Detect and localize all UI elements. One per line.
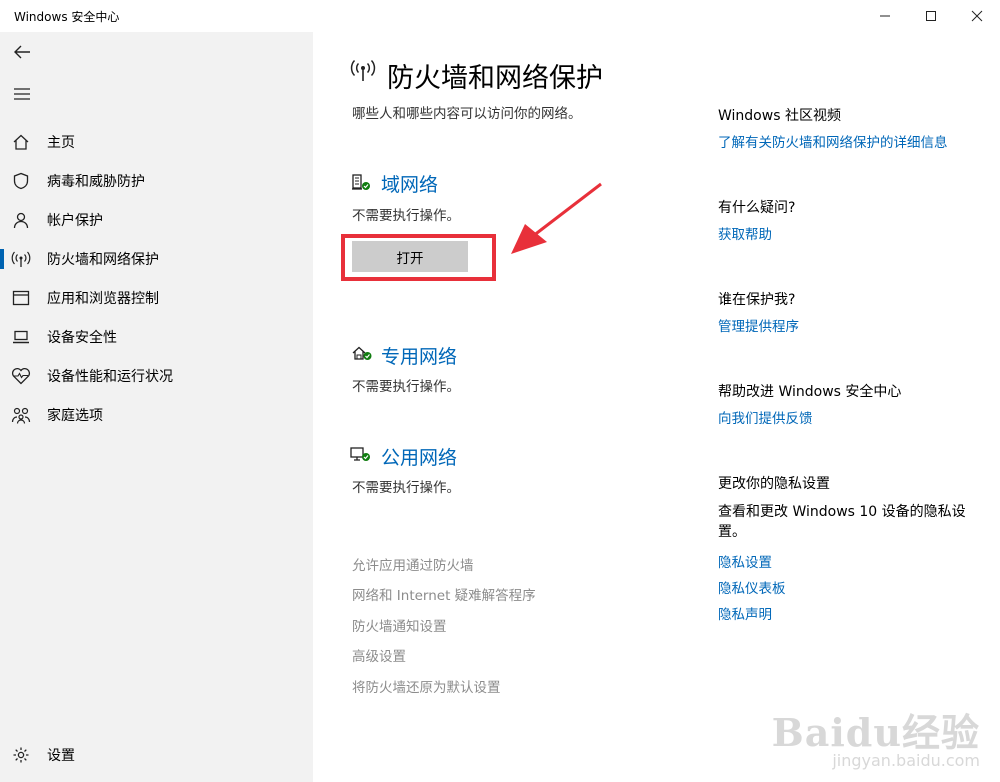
baidu-watermark: Baidu经验 jingyan.baidu.com xyxy=(772,702,980,770)
sidebar-item-home[interactable]: 主页 xyxy=(0,123,313,161)
laptop-icon xyxy=(11,327,31,347)
sidebar-item-family[interactable]: 家庭选项 xyxy=(0,396,313,434)
sidebar-item-label: 设备性能和运行状况 xyxy=(47,369,173,385)
allow-app-firewall-link[interactable]: 允许应用通过防火墙 xyxy=(352,554,474,574)
sidebar-item-label: 防火墙和网络保护 xyxy=(47,252,159,268)
sidebar-item-device-performance[interactable]: 设备性能和运行状况 xyxy=(0,357,313,395)
window-title: Windows 安全中心 xyxy=(14,10,120,24)
sidebar: 主页 病毒和威胁防护 帐户保护 防火墙和网络保护 应用和浏览器控制 设备安全性 xyxy=(0,32,313,782)
browser-window-icon xyxy=(11,288,31,308)
back-arrow-icon xyxy=(14,45,30,59)
get-help-link[interactable]: 获取帮助 xyxy=(718,223,772,243)
back-button[interactable] xyxy=(0,32,44,72)
private-network-status: 不需要执行操作。 xyxy=(352,379,460,395)
page-title: 防火墙和网络保护 xyxy=(387,63,603,94)
sidebar-item-virus-protection[interactable]: 病毒和威胁防护 xyxy=(0,162,313,200)
learn-more-firewall-link[interactable]: 了解有关防火墙和网络保护的详细信息 xyxy=(718,131,948,151)
sidebar-item-label: 主页 xyxy=(47,135,75,151)
manage-providers-link[interactable]: 管理提供程序 xyxy=(718,315,799,335)
sidebar-item-label: 病毒和威胁防护 xyxy=(47,174,145,190)
annotation-highlight-box xyxy=(341,234,496,281)
close-button[interactable] xyxy=(954,0,1000,32)
advanced-settings-link[interactable]: 高级设置 xyxy=(352,645,406,665)
title-bar: Windows 安全中心 xyxy=(0,0,1000,32)
questions-heading: 有什么疑问? xyxy=(718,200,796,216)
maximize-button[interactable] xyxy=(908,0,954,32)
sidebar-item-label: 应用和浏览器控制 xyxy=(47,291,159,307)
restore-firewall-defaults-link[interactable]: 将防火墙还原为默认设置 xyxy=(352,676,501,696)
close-icon xyxy=(971,10,983,22)
minimize-icon xyxy=(880,15,890,17)
private-network-link[interactable]: 专用网络 xyxy=(381,342,457,369)
sidebar-item-label: 帐户保护 xyxy=(47,213,103,229)
sidebar-item-firewall[interactable]: 防火墙和网络保护 xyxy=(0,240,313,278)
gear-icon xyxy=(11,745,31,765)
domain-network-status: 不需要执行操作。 xyxy=(352,208,460,224)
wifi-signal-icon xyxy=(11,249,31,269)
watermark-brand: Baidu经验 xyxy=(771,710,980,755)
maximize-icon xyxy=(926,11,936,21)
privacy-dashboard-link[interactable]: 隐私仪表板 xyxy=(718,577,786,597)
hamburger-icon xyxy=(14,88,30,100)
menu-button[interactable] xyxy=(0,74,44,114)
community-videos-heading: Windows 社区视频 xyxy=(718,108,841,124)
sidebar-item-label: 设置 xyxy=(47,748,75,764)
firewall-notification-settings-link[interactable]: 防火墙通知设置 xyxy=(352,615,447,635)
firewall-header-icon xyxy=(350,58,376,88)
sidebar-item-settings[interactable]: 设置 xyxy=(0,736,313,774)
person-icon xyxy=(11,210,31,230)
domain-network-icon xyxy=(351,173,371,195)
sidebar-item-device-security[interactable]: 设备安全性 xyxy=(0,318,313,356)
sidebar-item-account-protection[interactable]: 帐户保护 xyxy=(0,201,313,239)
privacy-settings-link[interactable]: 隐私设置 xyxy=(718,551,772,571)
domain-network-link[interactable]: 域网络 xyxy=(381,170,438,197)
sidebar-item-label: 家庭选项 xyxy=(47,408,103,424)
give-feedback-link[interactable]: 向我们提供反馈 xyxy=(718,407,813,427)
public-network-status: 不需要执行操作。 xyxy=(352,480,460,496)
improve-heading: 帮助改进 Windows 安全中心 xyxy=(718,384,902,400)
privacy-description: 查看和更改 Windows 10 设备的隐私设置。 xyxy=(718,504,966,540)
main-content: 防火墙和网络保护 哪些人和哪些内容可以访问你的网络。 域网络 不需要执行操作。 … xyxy=(313,32,1000,782)
public-network-link[interactable]: 公用网络 xyxy=(381,443,457,470)
sidebar-item-label: 设备安全性 xyxy=(47,330,117,346)
network-troubleshooter-link[interactable]: 网络和 Internet 疑难解答程序 xyxy=(352,584,536,604)
who-protects-heading: 谁在保护我? xyxy=(718,292,796,308)
heart-pulse-icon xyxy=(11,366,31,386)
shield-icon xyxy=(11,171,31,191)
home-icon xyxy=(11,132,31,152)
sidebar-item-app-browser[interactable]: 应用和浏览器控制 xyxy=(0,279,313,317)
privacy-heading: 更改你的隐私设置 xyxy=(718,476,830,492)
privacy-statement-link[interactable]: 隐私声明 xyxy=(718,603,772,623)
annotation-arrow-icon xyxy=(511,182,602,254)
family-icon xyxy=(11,405,31,425)
minimize-button[interactable] xyxy=(862,0,908,32)
private-network-icon xyxy=(351,344,373,366)
public-network-icon xyxy=(349,445,373,467)
page-subtitle: 哪些人和哪些内容可以访问你的网络。 xyxy=(352,106,582,122)
